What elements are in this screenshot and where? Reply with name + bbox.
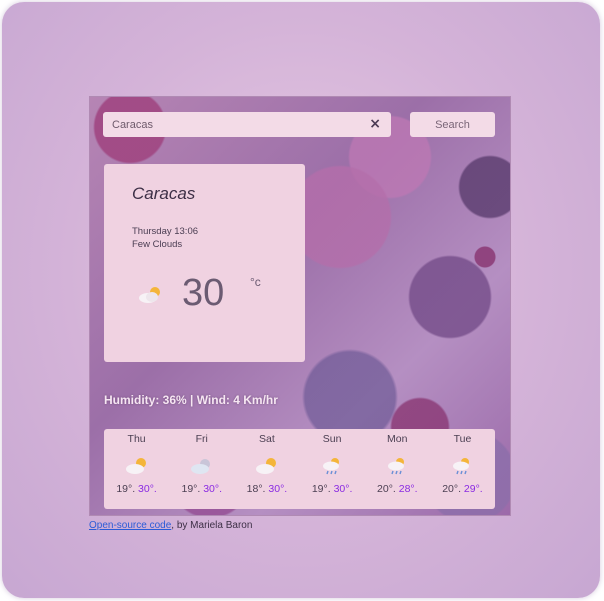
forecast-min: 20°. xyxy=(377,483,396,495)
forecast-temps: 19°. 30°. xyxy=(300,483,365,495)
rain-icon xyxy=(388,458,405,475)
rain-icon xyxy=(453,458,470,475)
current-datetime: Thursday 13:06 xyxy=(132,226,199,237)
footer-author: , by Mariela Baron xyxy=(171,520,253,531)
forecast-min: 19°. xyxy=(181,483,201,495)
current-weather-card: Caracas Thursday 13:06 Few Clouds 30 °c xyxy=(104,164,305,362)
forecast-day-name: Fri xyxy=(195,433,208,445)
cloudy-icon xyxy=(190,459,210,474)
forecast-min: 19°. xyxy=(116,483,136,495)
humidity-wind: Humidity: 36% | Wind: 4 Km/hr xyxy=(104,393,278,407)
forecast-min: 20°. xyxy=(442,483,461,495)
forecast-max: 30°. xyxy=(203,483,223,495)
forecast-day: Fri 19°. 30°. xyxy=(169,429,234,509)
forecast-day: Mon 20°. 28°. xyxy=(365,429,430,509)
forecast-max: 28°. xyxy=(398,483,418,495)
forecast-strip: Thu 19°. 30°. Fri 19°. 30°. Sat 18°. 30°… xyxy=(104,429,495,509)
few-clouds-icon xyxy=(125,458,146,474)
rain-icon xyxy=(323,458,340,475)
weather-description: Few Clouds xyxy=(132,239,183,250)
few-clouds-icon xyxy=(255,458,276,474)
weather-app: × Search Caracas Thursday 13:06 Few Clou… xyxy=(89,96,511,516)
footer-credit: Open-source code, by Mariela Baron xyxy=(89,520,252,531)
forecast-max: 29°. xyxy=(463,483,483,495)
forecast-day-name: Thu xyxy=(127,433,146,445)
close-icon[interactable]: × xyxy=(369,116,381,132)
forecast-max: 30°. xyxy=(268,483,288,495)
forecast-day-name: Tue xyxy=(453,433,472,445)
search-box: × xyxy=(103,112,391,137)
search-button[interactable]: Search xyxy=(410,112,495,137)
forecast-temps: 18°. 30°. xyxy=(234,483,299,495)
open-source-link[interactable]: Open-source code xyxy=(89,520,171,531)
forecast-min: 19°. xyxy=(311,483,331,495)
forecast-temps: 19°. 30°. xyxy=(169,483,234,495)
temperature-unit: °c xyxy=(250,275,261,289)
forecast-max: 30°. xyxy=(333,483,353,495)
forecast-day: Sat 18°. 30°. xyxy=(234,429,299,509)
forecast-day: Sun 19°. 30°. xyxy=(300,429,365,509)
forecast-max: 30°. xyxy=(138,483,157,495)
forecast-min: 18°. xyxy=(246,483,266,495)
city-name: Caracas xyxy=(132,184,196,203)
few-clouds-icon xyxy=(139,287,160,303)
forecast-temps: 20°. 28°. xyxy=(365,483,430,495)
forecast-day-name: Sat xyxy=(259,433,275,445)
forecast-day-name: Sun xyxy=(322,433,342,445)
forecast-temps: 19°. 30°. xyxy=(104,483,169,495)
forecast-day: Thu 19°. 30°. xyxy=(104,429,169,509)
forecast-day-name: Mon xyxy=(387,433,408,445)
forecast-temps: 20°. 29°. xyxy=(430,483,495,495)
forecast-day: Tue 20°. 29°. xyxy=(430,429,495,509)
current-temperature: 30 xyxy=(182,272,225,314)
search-input[interactable] xyxy=(103,112,362,137)
